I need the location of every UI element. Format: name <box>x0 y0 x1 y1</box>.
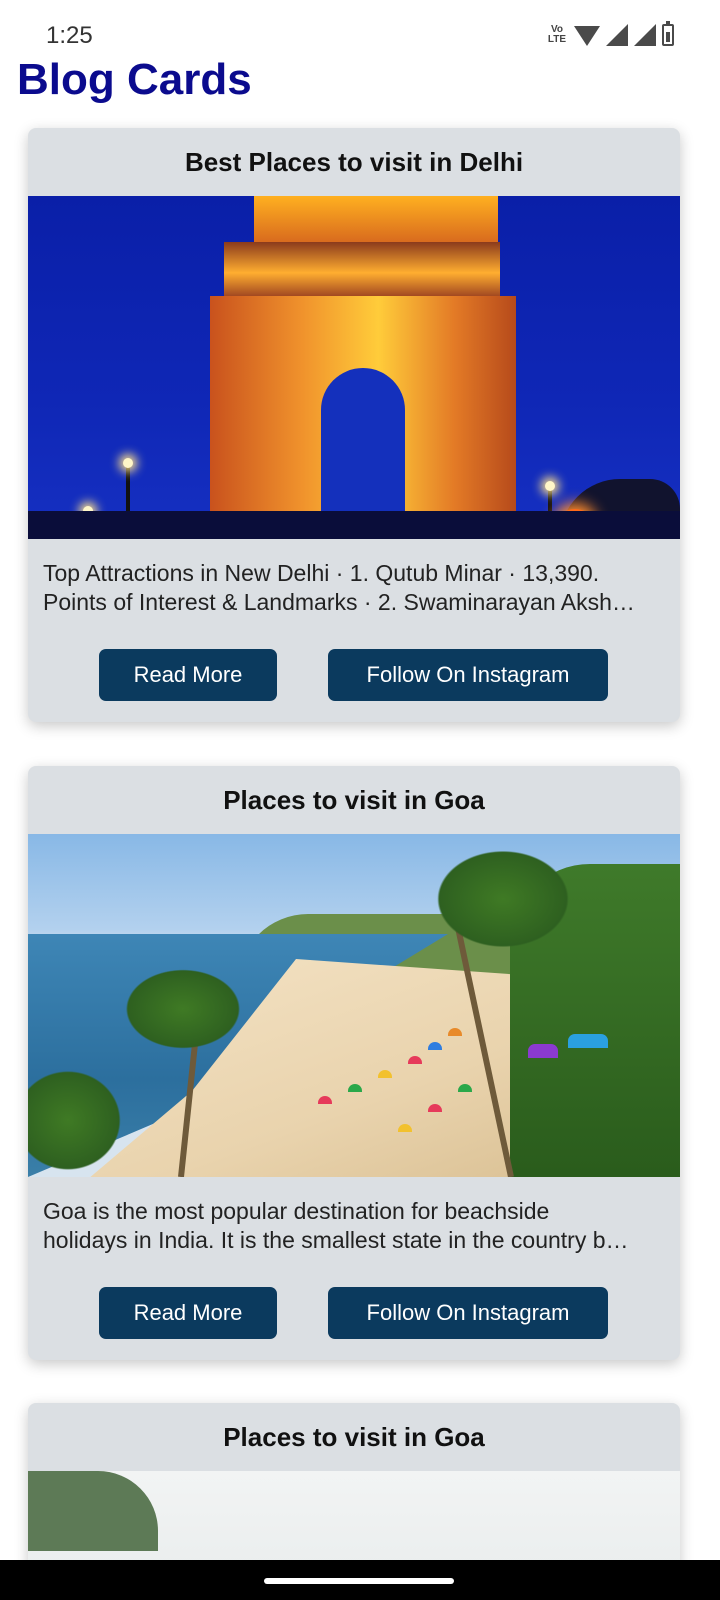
status-time: 1:25 <box>46 22 93 49</box>
umbrella <box>458 1084 472 1092</box>
card-title: Best Places to visit in Delhi <box>184 147 524 177</box>
card-description: Top Attractions in New Delhi · 1. Qutub … <box>28 539 680 649</box>
status-icons: Vo LTE <box>546 21 674 48</box>
battery-icon <box>662 21 674 46</box>
umbrella <box>448 1028 462 1036</box>
card-title: Places to visit in Goa <box>223 1422 485 1452</box>
gate-cornice <box>224 242 500 298</box>
page-title: Blog Cards <box>17 55 252 104</box>
card-description: Goa is the most popular destination for … <box>28 1177 680 1287</box>
umbrella <box>398 1124 412 1132</box>
wifi-icon <box>574 26 600 46</box>
volte-icon: Vo LTE <box>547 24 567 45</box>
beach-shack <box>528 1044 558 1058</box>
status-bar: 1:25 Vo LTE <box>0 0 720 60</box>
umbrella <box>348 1084 362 1092</box>
beach-shack <box>568 1034 608 1048</box>
navigation-bar <box>0 1560 720 1600</box>
follow-instagram-button[interactable]: Follow On Instagram <box>328 1287 608 1339</box>
signal-icon <box>606 24 628 46</box>
umbrella <box>378 1070 392 1078</box>
read-more-button[interactable]: Read More <box>99 1287 277 1339</box>
umbrella <box>428 1104 442 1112</box>
follow-instagram-button[interactable]: Follow On Instagram <box>328 649 608 701</box>
goa-beach-photo <box>28 834 680 1177</box>
description-line: holidays in India. It is the smallest st… <box>43 1227 629 1253</box>
home-gesture-handle[interactable] <box>264 1578 454 1584</box>
ground <box>28 511 680 539</box>
card-title: Places to visit in Goa <box>223 785 485 815</box>
palm-fronds <box>428 844 578 954</box>
signal-icon-2 <box>634 24 656 46</box>
blog-card-goa: Places to visit in Goa Goa is the most p… <box>28 766 680 1360</box>
description-line: Points of Interest & Landmarks · 2. Swam… <box>43 589 635 615</box>
palm-fronds <box>28 1064 128 1177</box>
india-gate-photo <box>28 196 680 539</box>
description-line: Goa is the most popular destination for … <box>43 1198 550 1224</box>
card-actions: Read More Follow On Instagram <box>28 1287 680 1339</box>
tree <box>28 1471 158 1551</box>
umbrella <box>318 1096 332 1104</box>
blog-card-delhi: Best Places to visit in Delhi Top Attrac… <box>28 128 680 722</box>
read-more-button[interactable]: Read More <box>99 649 277 701</box>
lamp-light <box>545 481 555 491</box>
palm-fronds <box>118 964 248 1054</box>
umbrella <box>408 1056 422 1064</box>
description-line: Top Attractions in New Delhi · 1. Qutub … <box>43 560 600 586</box>
card-actions: Read More Follow On Instagram <box>28 649 680 701</box>
gate-crown <box>254 196 498 244</box>
umbrella <box>428 1042 442 1050</box>
lamp-light <box>123 458 133 468</box>
